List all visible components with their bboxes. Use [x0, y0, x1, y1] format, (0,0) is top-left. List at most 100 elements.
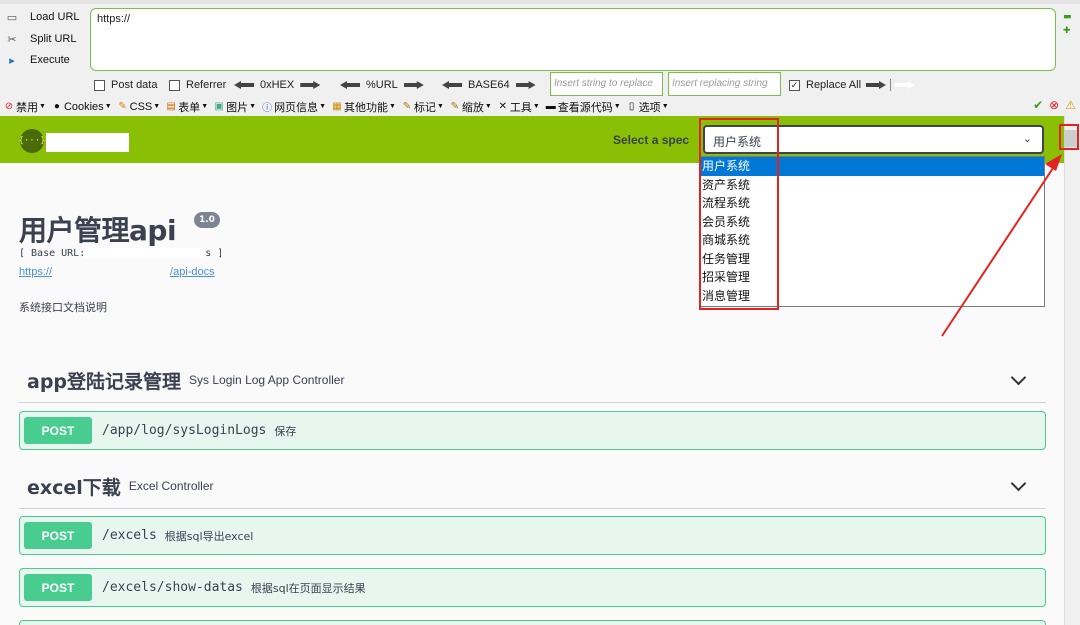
- menu-css[interactable]: ✎ CSS ▼: [117, 101, 160, 113]
- load-url-label: Load URL: [30, 11, 80, 23]
- image-icon: ▣: [214, 101, 224, 112]
- hackbar-top-strip: [0, 0, 1080, 4]
- annotation-scrollbar-box: [1059, 124, 1079, 150]
- docs-link-redaction: [52, 265, 170, 275]
- menu-forms[interactable]: ▤ 表单 ▼: [165, 99, 208, 115]
- load-url-button[interactable]: ▭ Load URL: [4, 7, 80, 27]
- tag-section-login-log[interactable]: app登陆记录管理 Sys Login Log App Controller: [19, 358, 1046, 403]
- menu-misc[interactable]: ▦ 其他功能 ▼: [331, 99, 396, 115]
- post-data-box[interactable]: [94, 79, 105, 91]
- base64-encode-arrow-icon[interactable]: [515, 81, 536, 89]
- play-icon: ▸: [9, 53, 15, 67]
- tag-section-excel[interactable]: excel下载 Excel Controller: [19, 464, 1046, 509]
- options-icon: ▯: [628, 101, 635, 112]
- load-icon: ▭: [6, 10, 18, 24]
- menu-resize[interactable]: ✎ 缩放 ▼: [449, 99, 492, 115]
- tools-icon: ✕: [498, 101, 507, 112]
- referrer-box[interactable]: [169, 79, 180, 91]
- operation-path: /app/log/sysLoginLogs: [102, 423, 267, 438]
- tag-description: Sys Login Log App Controller: [189, 373, 345, 387]
- split-url-button[interactable]: ✂ Split URL: [4, 29, 76, 49]
- url-decode-arrow-icon[interactable]: [340, 81, 360, 89]
- split-url-label: Split URL: [30, 33, 77, 45]
- replace-all-checkbox[interactable]: ✓ Replace All: [789, 79, 861, 91]
- replace-arrows: [866, 79, 915, 91]
- post-data-checkbox[interactable]: Post data: [94, 79, 157, 91]
- check-icon[interactable]: ✔: [1033, 98, 1043, 112]
- pencil-icon: ✎: [118, 101, 127, 112]
- method-badge: POST: [24, 417, 92, 444]
- info-icon: ⓘ: [262, 103, 273, 114]
- menu-page-info[interactable]: ⓘ 网页信息 ▼: [261, 99, 326, 115]
- replace-all-box[interactable]: ✓: [789, 79, 800, 91]
- operation-summary: 根据sql导出excel: [164, 529, 254, 543]
- menu-images[interactable]: ▣ 图片 ▼: [213, 99, 256, 115]
- hex-decode-arrow-icon[interactable]: [234, 81, 254, 89]
- menu-options[interactable]: ▯ 选项 ▼: [626, 99, 669, 115]
- operation-summary: 根据sql在页面显示结果: [250, 581, 366, 595]
- scrollbar[interactable]: [1064, 116, 1080, 625]
- hex-encoder: 0xHEX: [234, 79, 321, 91]
- replacing-string-input[interactable]: Insert replacing string: [668, 72, 781, 96]
- chevron-down-icon: ⌄: [1022, 132, 1032, 145]
- user-icon: ●: [53, 101, 60, 112]
- menu-tools[interactable]: ✕ 工具 ▼: [497, 99, 540, 115]
- chevron-down-icon[interactable]: [1010, 369, 1027, 386]
- post-data-label: Post data: [111, 79, 158, 91]
- error-icon[interactable]: ⊗: [1049, 98, 1059, 112]
- url-label: %URL: [366, 79, 398, 91]
- operation-row-partial[interactable]: [19, 620, 1046, 625]
- disable-icon: ⊘: [4, 101, 14, 112]
- tag-name: excel下载: [27, 476, 121, 499]
- execute-button[interactable]: ▸ Execute: [4, 50, 70, 70]
- operation-row[interactable]: POST /app/log/sysLoginLogs 保存: [19, 411, 1046, 450]
- hackbar-options-row: Post data Referrer 0xHEX %URL BASE64 ✓ R…: [0, 76, 1080, 96]
- plus-icon[interactable]: ✚: [1063, 27, 1071, 36]
- url-encode-arrow-icon[interactable]: [403, 81, 424, 89]
- warning-icon[interactable]: ⚠: [1065, 98, 1076, 112]
- annotation-highlight-box: [699, 118, 779, 310]
- menu-outline[interactable]: ✎ 标记 ▼: [401, 99, 444, 115]
- select-spec-label: Select a spec: [613, 133, 690, 147]
- operation-row[interactable]: POST /excels 根据sql导出excel: [19, 516, 1046, 555]
- operation-row[interactable]: POST /excels/show-datas 根据sql在页面显示结果: [19, 568, 1046, 607]
- logo-redaction: [46, 133, 129, 152]
- url-encoder: %URL: [340, 79, 424, 91]
- source-icon: ▬: [545, 101, 556, 112]
- web-developer-toolbar: ⊘ 禁用 ▼ ● Cookies ▼ ✎ CSS ▼ ▤ 表单 ▼ ▣ 图片 ▼ ⓘ 网页信息 ▼ ▦ 其…: [0, 97, 1080, 116]
- replace-arrow-icon[interactable]: [895, 81, 915, 89]
- menu-view-source[interactable]: ▬ 查看源代码 ▼: [545, 99, 621, 115]
- hex-label: 0xHEX: [260, 79, 295, 91]
- tag-description: Excel Controller: [128, 479, 214, 493]
- tag-name: app登陆记录管理: [27, 370, 182, 393]
- hex-encode-arrow-icon[interactable]: [300, 81, 321, 89]
- misc-icon: ▦: [332, 101, 342, 112]
- form-icon: ▤: [166, 101, 176, 112]
- minus-icon[interactable]: ▬: [1063, 13, 1072, 22]
- base64-decode-arrow-icon[interactable]: [442, 81, 462, 89]
- api-docs-link[interactable]: https:///api-docs: [19, 265, 215, 278]
- base64-encoder: BASE64: [442, 79, 536, 91]
- url-textarea[interactable]: https://: [90, 8, 1056, 71]
- method-badge: POST: [24, 522, 92, 549]
- api-description: 系统接口文档说明: [19, 301, 107, 314]
- referrer-checkbox[interactable]: Referrer: [169, 79, 226, 91]
- chevron-down-icon[interactable]: [1010, 475, 1027, 492]
- referrer-label: Referrer: [186, 79, 227, 91]
- operation-summary: 保存: [274, 424, 297, 438]
- menu-disable[interactable]: ⊘ 禁用 ▼: [3, 99, 46, 115]
- resize-icon: ✎: [450, 101, 460, 112]
- scissors-icon: ✂: [7, 32, 17, 46]
- base64-label: BASE64: [468, 79, 510, 91]
- base-url: [ Base URL: s ]: [19, 248, 224, 259]
- menu-cookies[interactable]: ● Cookies ▼: [51, 101, 112, 113]
- insert-string-input[interactable]: Insert string to replace: [550, 72, 663, 96]
- marker-icon: ✎: [402, 101, 412, 112]
- separator: [890, 79, 891, 91]
- replace-arrow-icon[interactable]: [866, 81, 886, 89]
- execute-label: Execute: [30, 54, 70, 66]
- swagger-logo-icon[interactable]: {···}: [18, 129, 46, 153]
- version-badge: 1.0: [194, 212, 220, 228]
- base-url-redaction: [85, 248, 206, 258]
- operation-path: /excels: [102, 528, 157, 543]
